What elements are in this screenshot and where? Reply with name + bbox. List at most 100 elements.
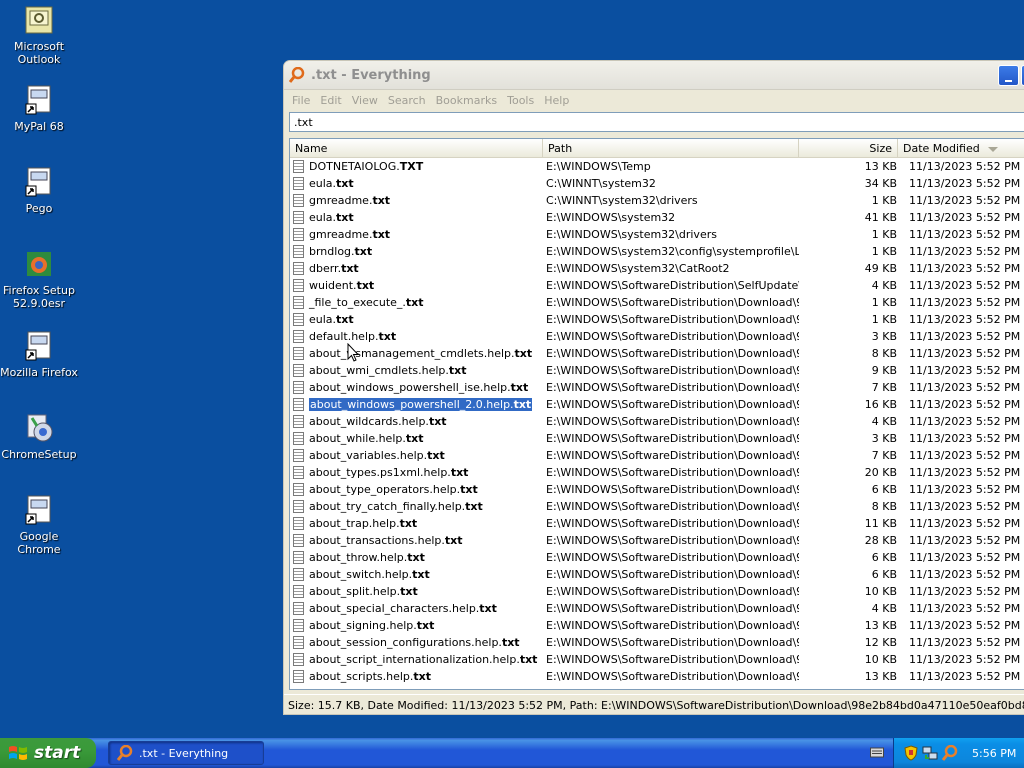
table-row[interactable]: about_split.help.txt E:\WINDOWS\SoftwareD… — [290, 583, 1024, 600]
file-name: about_windows_powershell_ise.help.txt — [309, 381, 528, 394]
desktop-icon-outlook[interactable]: Microsoft Outlook — [0, 4, 78, 66]
column-size-header[interactable]: Size — [799, 139, 898, 157]
menu-search[interactable]: Search — [384, 94, 430, 107]
table-row[interactable]: eula.txt E:\WINDOWS\system32 41 KB 11/13/20… — [290, 209, 1024, 226]
network-icon[interactable] — [922, 745, 938, 761]
table-row[interactable]: about_windows_powershell_2.0.help.txt E:\… — [290, 396, 1024, 413]
menu-tools[interactable]: Tools — [503, 94, 538, 107]
column-date-header[interactable]: Date Modified — [898, 139, 1024, 157]
table-row[interactable]: about_wmi_cmdlets.help.txt E:\WINDOWS\Sof… — [290, 362, 1024, 379]
table-row[interactable]: about_type_operators.help.txt E:\WINDOWS\… — [290, 481, 1024, 498]
column-path-header[interactable]: Path — [543, 139, 799, 157]
table-row[interactable]: about_variables.help.txt E:\WINDOWS\Softw… — [290, 447, 1024, 464]
cell-name: about_special_characters.help.txt — [290, 602, 543, 615]
table-row[interactable]: about_trap.help.txt E:\WINDOWS\SoftwareDi… — [290, 515, 1024, 532]
text-file-icon — [293, 653, 304, 666]
table-row[interactable]: about_throw.help.txt E:\WINDOWS\SoftwareD… — [290, 549, 1024, 566]
menu-file[interactable]: File — [288, 94, 314, 107]
desktop-icon-mozilla-firefox[interactable]: Mozilla Firefox — [0, 330, 78, 379]
file-extension: txt — [519, 653, 538, 666]
file-base-name: about_script_internationalization.help. — [309, 653, 520, 666]
file-base-name: _file_to_execute_. — [309, 296, 406, 309]
column-name-label: Name — [295, 142, 328, 155]
table-row[interactable]: about_session_configurations.help.txt E:\… — [290, 634, 1024, 651]
table-row[interactable]: dberr.txt E:\WINDOWS\system32\CatRoot2 49 … — [290, 260, 1024, 277]
shield-icon[interactable] — [904, 745, 918, 761]
table-row[interactable]: eula.txt C:\WINNT\system32 34 KB 11/13/2023… — [290, 175, 1024, 192]
file-extension: txt — [341, 262, 359, 275]
cell-name: about_trap.help.txt — [290, 517, 543, 530]
cell-date: 11/13/2023 5:52 PM — [909, 177, 1021, 190]
table-row[interactable]: brndlog.txt E:\WINDOWS\system32\config\sy… — [290, 243, 1024, 260]
taskbar-button-everything[interactable]: .txt - Everything — [108, 741, 264, 765]
menu-view[interactable]: View — [348, 94, 382, 107]
table-row[interactable]: about_switch.help.txt E:\WINDOWS\Software… — [290, 566, 1024, 583]
menu-bookmarks[interactable]: Bookmarks — [432, 94, 501, 107]
cell-size: 34 KB — [864, 177, 897, 190]
cell-date: 11/13/2023 5:52 PM — [909, 160, 1021, 173]
keyboard-icon[interactable] — [870, 746, 884, 758]
table-row[interactable]: about_windows_powershell_ise.help.txt E:\… — [290, 379, 1024, 396]
results-list[interactable]: Name Path Size Date Modified DOTNETAIOLO… — [289, 138, 1024, 690]
text-file-icon — [293, 534, 304, 547]
cell-path: E:\WINDOWS\SoftwareDistribution\Download… — [546, 568, 799, 581]
table-row[interactable]: gmreadme.txt E:\WINDOWS\system32\drivers 1… — [290, 226, 1024, 243]
desktop-icon-chromesetup[interactable]: ChromeSetup — [0, 412, 78, 461]
cell-date: 11/13/2023 5:52 PM — [909, 211, 1021, 224]
text-file-icon — [293, 585, 304, 598]
file-base-name: about_variables.help. — [309, 449, 428, 462]
results-rows: DOTNETAIOLOG.TXT E:\WINDOWS\Temp 13 KB 11/1… — [290, 158, 1024, 685]
cell-size: 20 KB — [864, 466, 897, 479]
file-name: gmreadme.txt — [309, 194, 390, 207]
magnifier-icon[interactable] — [942, 745, 958, 761]
desktop-icon-google-chrome[interactable]: Google Chrome — [0, 494, 78, 556]
table-row[interactable]: gmreadme.txt C:\WINNT\system32\drivers 1 K… — [290, 192, 1024, 209]
table-row[interactable]: _file_to_execute_.txt E:\WINDOWS\Software… — [290, 294, 1024, 311]
table-row[interactable]: about_types.ps1xml.help.txt E:\WINDOWS\So… — [290, 464, 1024, 481]
table-row[interactable]: about_transactions.help.txt E:\WINDOWS\So… — [290, 532, 1024, 549]
file-base-name: about_session_configurations.help. — [309, 636, 502, 649]
cell-date: 11/13/2023 5:52 PM — [909, 585, 1021, 598]
column-name-header[interactable]: Name — [290, 139, 543, 157]
start-button[interactable]: start — [0, 738, 96, 768]
text-file-icon — [293, 160, 304, 173]
desktop-icon-firefox-setup[interactable]: Firefox Setup 52.9.0esr — [0, 248, 78, 310]
desktop-icon-mypal[interactable]: MyPal 68 — [0, 84, 78, 133]
table-row[interactable]: about_wildcards.help.txt E:\WINDOWS\Softw… — [290, 413, 1024, 430]
clock[interactable]: 5:56 PM — [972, 747, 1016, 760]
desktop-icon-label: MyPal 68 — [14, 120, 64, 133]
minimize-icon — [1005, 80, 1012, 82]
search-input[interactable]: .txt — [289, 112, 1024, 132]
table-row[interactable]: default.help.txt E:\WINDOWS\SoftwareDistr… — [290, 328, 1024, 345]
table-row[interactable]: about_special_characters.help.txt E:\WIND… — [290, 600, 1024, 617]
menu-edit[interactable]: Edit — [316, 94, 345, 107]
cell-size: 16 KB — [864, 398, 897, 411]
table-row[interactable]: about_wsmanagement_cmdlets.help.txt E:\WI… — [290, 345, 1024, 362]
shortcut-app-icon — [25, 85, 51, 115]
desktop-icon-pego[interactable]: Pego — [0, 166, 78, 215]
file-base-name: about_trap.help. — [309, 517, 400, 530]
table-row[interactable]: wuident.txt E:\WINDOWS\SoftwareDistributi… — [290, 277, 1024, 294]
table-row[interactable]: about_script_internationalization.help.t… — [290, 651, 1024, 668]
cell-size: 6 KB — [871, 551, 897, 564]
table-row[interactable]: eula.txt E:\WINDOWS\SoftwareDistribution\… — [290, 311, 1024, 328]
cell-size: 6 KB — [871, 483, 897, 496]
text-file-icon — [293, 313, 304, 326]
title-bar[interactable]: .txt - Everything — [284, 61, 1024, 90]
cell-path: C:\WINNT\system32 — [546, 177, 656, 190]
table-row[interactable]: about_try_catch_finally.help.txt E:\WINDO… — [290, 498, 1024, 515]
text-file-icon — [293, 296, 304, 309]
cell-name: about_variables.help.txt — [290, 449, 543, 462]
outlook-icon — [25, 6, 53, 34]
file-name: wuident.txt — [309, 279, 374, 292]
table-row[interactable]: about_while.help.txt E:\WINDOWS\SoftwareD… — [290, 430, 1024, 447]
menu-help[interactable]: Help — [540, 94, 573, 107]
table-row[interactable]: DOTNETAIOLOG.TXT E:\WINDOWS\Temp 13 KB 11/1… — [290, 158, 1024, 175]
table-row[interactable]: about_scripts.help.txt E:\WINDOWS\Softwar… — [290, 668, 1024, 685]
file-extension: txt — [413, 670, 432, 683]
cell-name: gmreadme.txt — [290, 194, 543, 207]
minimize-button[interactable] — [998, 65, 1019, 86]
table-row[interactable]: about_signing.help.txt E:\WINDOWS\Softwar… — [290, 617, 1024, 634]
file-base-name: DOTNETAIOLOG. — [309, 160, 400, 173]
cell-name: about_types.ps1xml.help.txt — [290, 466, 543, 479]
